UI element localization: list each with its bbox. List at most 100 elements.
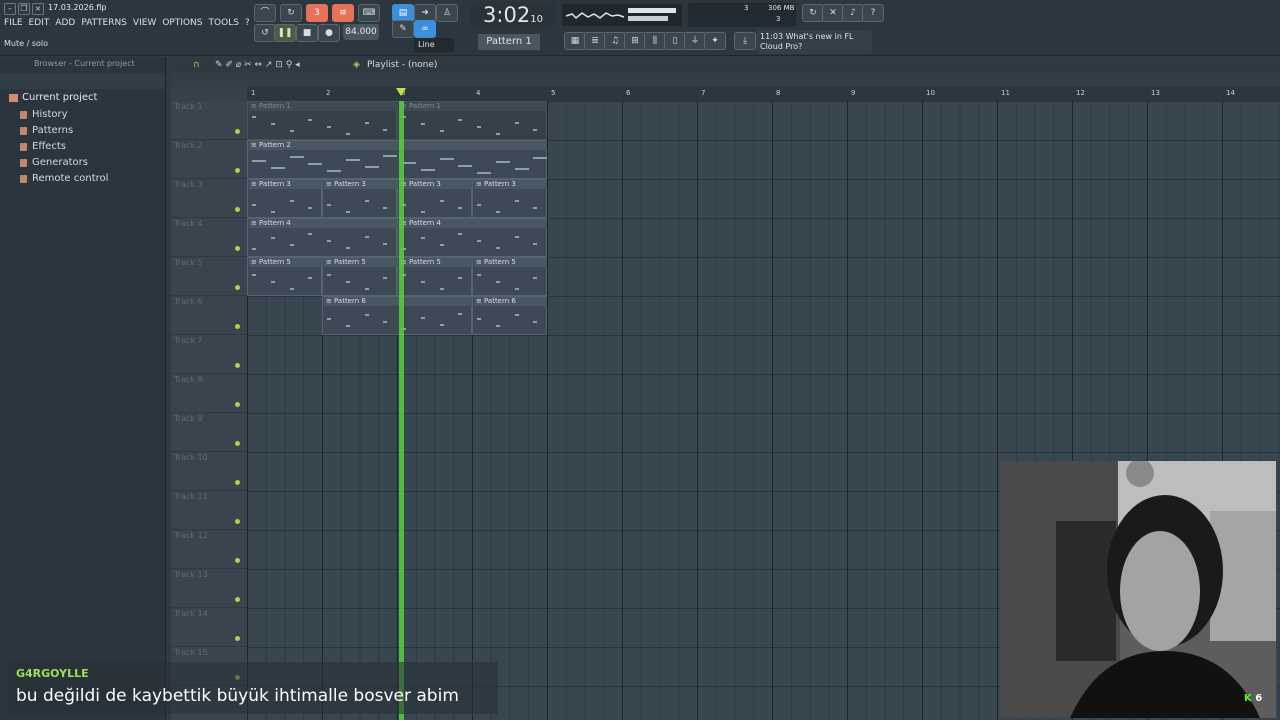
pattern-clip[interactable]: Pattern 1 [397,101,547,140]
plugin-icon[interactable]: ✕ [822,4,844,22]
countdown-icon[interactable]: 3 [306,4,328,22]
menu-patterns[interactable]: PATTERNS [81,18,127,28]
stop-button[interactable]: ■ [296,24,318,42]
track-header[interactable]: Track 6 [171,296,247,335]
track-mute-led[interactable] [235,285,240,290]
plug-icon[interactable]: ⏚ [684,32,706,50]
track-mute-led[interactable] [235,558,240,563]
menu-tools[interactable]: TOOLS [209,18,239,28]
menu-view[interactable]: VIEW [133,18,156,28]
track-header[interactable]: Track 10 [171,452,247,491]
pattern-clip[interactable]: Pattern 5 [397,257,472,296]
song-position[interactable]: 3:0210 [470,2,556,28]
typing-keyboard-icon[interactable]: ⌨ [358,4,380,22]
pause-button[interactable]: ❚❚ [274,24,296,42]
track-header[interactable]: Track 11 [171,491,247,530]
loop-icon[interactable]: ↻ [280,4,302,22]
microphone-icon[interactable]: ♪ [842,4,864,22]
menu-help[interactable]: ? [245,18,250,28]
minimize-icon[interactable]: – [4,3,16,15]
track-mute-led[interactable] [235,207,240,212]
snap-icon[interactable]: ⌒ [254,4,276,22]
menu-file[interactable]: FILE [4,18,23,28]
restore-icon[interactable]: ❐ [18,3,30,15]
track-header[interactable]: Track 9 [171,413,247,452]
track-header[interactable]: Track 7 [171,335,247,374]
track-header[interactable]: Track 12 [171,530,247,569]
pattern-clip[interactable]: Pattern 5 [322,257,397,296]
piano-roll-icon[interactable]: ♫ [604,32,626,50]
track-mute-led[interactable] [235,324,240,329]
news-panel[interactable]: 11:03 What's new in FL Cloud Pro? [756,30,872,54]
playhead-marker[interactable] [396,88,407,96]
mixer-icon[interactable]: ⫼ [644,32,666,50]
magnet-icon[interactable]: ∩ [193,57,200,73]
step-edit-icon[interactable]: ≡ [332,4,354,22]
track-mute-led[interactable] [235,129,240,134]
playhead-line[interactable] [399,101,405,720]
snap-mode-select[interactable]: Line [414,38,454,52]
track-mute-led[interactable] [235,441,240,446]
browser-item-generators[interactable]: Generators [0,155,165,171]
track-header[interactable]: Track 4 [171,218,247,257]
menu-options[interactable]: OPTIONS [162,18,202,28]
arrangement-icon[interactable]: ◈ [353,57,360,73]
tempo-display[interactable]: 84.000 [343,24,379,40]
pattern-clip[interactable]: Pattern 6 [472,296,547,335]
menu-add[interactable]: ADD [55,18,75,28]
pencil-tool-icon[interactable]: ✎ [392,20,414,38]
pattern-clip[interactable]: Pattern 4 [247,218,397,257]
note-mark [383,129,388,131]
pattern-clip[interactable]: Pattern 5 [472,257,547,296]
record-button[interactable]: ● [318,24,340,42]
track-mute-led[interactable] [235,246,240,251]
browser-toolbar [0,73,165,89]
browser-item-effects[interactable]: Effects [0,139,165,155]
pattern-clip[interactable]: Pattern 3 [322,179,397,218]
download-icon[interactable]: ⤓ [734,32,756,50]
pattern-clip[interactable]: Pattern 4 [397,218,547,257]
pattern-clip[interactable]: Pattern 1 [247,101,397,140]
pattern-clip[interactable]: Pattern 3 [397,179,472,218]
playlist-window-icon[interactable]: ▦ [564,32,586,50]
close-icon[interactable]: × [32,3,44,15]
browser-item-history[interactable]: History [0,107,165,123]
pattern-clip[interactable]: Pattern 2 [247,140,548,179]
track-mute-led[interactable] [235,480,240,485]
browser-item-patterns[interactable]: Patterns [0,123,165,139]
track-header[interactable]: Track 5 [171,257,247,296]
track-header[interactable]: Track 3 [171,179,247,218]
browser-item-remote-control[interactable]: Remote control [0,171,165,187]
browser-icon[interactable]: ⊞ [624,32,646,50]
track-mute-led[interactable] [235,363,240,368]
track-header[interactable]: Track 1 [171,101,247,140]
help-icon[interactable]: ? [862,4,884,22]
draw-tool-icon[interactable]: ✎ ✐ ⌀ ✂ ⇔ ↗ ⊡ ⚲ ◂ [215,57,300,73]
wrench-icon[interactable]: ✦ [704,32,726,50]
pattern-selector[interactable]: Pattern 1 [478,34,540,50]
song-mode-icon[interactable]: ↺ [254,24,276,42]
track-header[interactable]: Track 13 [171,569,247,608]
channel-rack-icon[interactable]: ≣ [584,32,606,50]
track-mute-led[interactable] [235,636,240,641]
track-header[interactable]: Track 2 [171,140,247,179]
link-icon[interactable]: ∞ [414,20,436,38]
project-icon[interactable]: ▯ [664,32,686,50]
note-mark [458,165,473,167]
track-mute-led[interactable] [235,597,240,602]
track-header[interactable]: Track 8 [171,374,247,413]
menu-edit[interactable]: EDIT [29,18,50,28]
track-mute-led[interactable] [235,402,240,407]
browser-root-item[interactable]: Current project [0,89,165,107]
note-mark [477,172,491,174]
pattern-clip[interactable]: Pattern 3 [472,179,547,218]
pattern-clip[interactable]: Pattern 6 [322,296,472,335]
track-header[interactable]: Track 14 [171,608,247,647]
refresh-icon[interactable]: ↻ [802,4,824,22]
note-mark [477,274,481,276]
track-mute-led[interactable] [235,168,240,173]
pattern-clip[interactable]: Pattern 3 [247,179,322,218]
track-mute-led[interactable] [235,519,240,524]
metronome-icon[interactable]: ♙ [436,4,458,22]
pattern-clip[interactable]: Pattern 5 [247,257,322,296]
